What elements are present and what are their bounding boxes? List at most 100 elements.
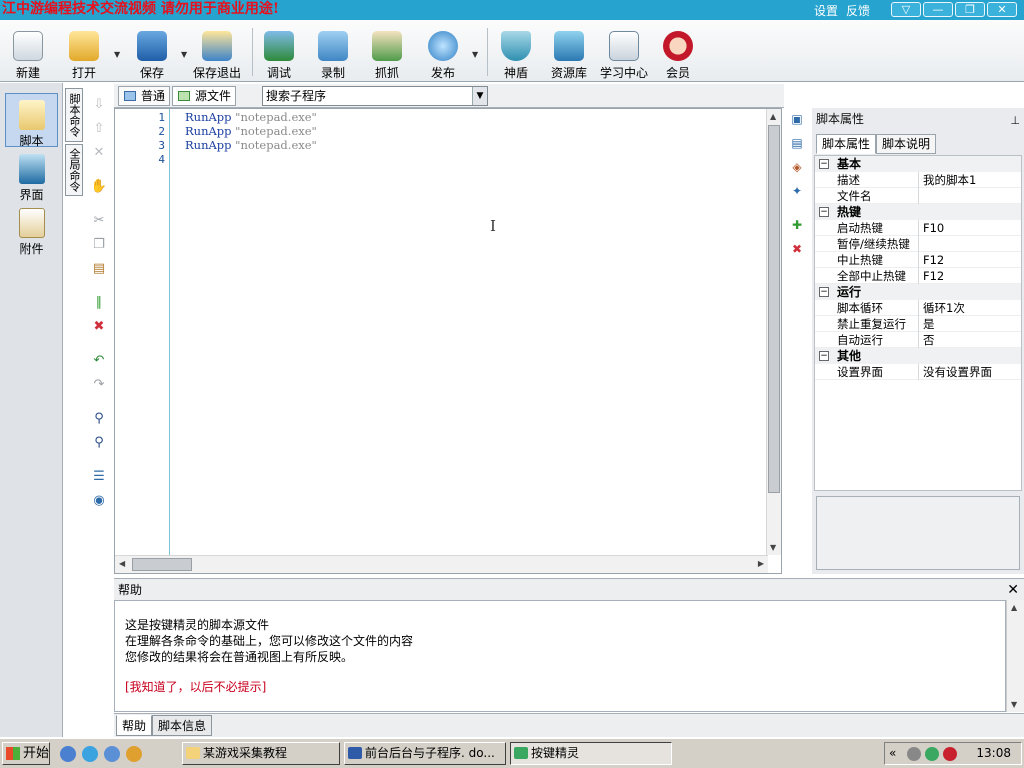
nav-interface[interactable]: 界面 [5, 147, 58, 202]
tab-normal[interactable]: 普通 [118, 86, 170, 106]
property-row[interactable]: 暂停/继续热键 [815, 236, 1021, 252]
comment-icon[interactable]: ∥ [90, 294, 108, 312]
open-button[interactable]: 打开 [58, 25, 110, 80]
property-row[interactable]: 文件名 [815, 188, 1021, 204]
remove-tool-icon[interactable]: ✖ [788, 242, 806, 260]
tab-script-description[interactable]: 脚本说明 [876, 134, 937, 154]
code-line[interactable]: RunApp "notepad.exe" [185, 138, 317, 152]
new-button[interactable]: 新建 [2, 25, 54, 80]
chevron-down-icon[interactable]: ▼ [472, 87, 487, 105]
task-word-document[interactable]: 前台后台与子程序. do... [344, 742, 506, 765]
editor-horizontal-scrollbar[interactable]: ◀ ▶ [115, 555, 768, 573]
member-button[interactable]: 会员 [652, 25, 704, 80]
collapse-icon[interactable]: − [819, 207, 829, 217]
property-row[interactable]: 启动热键 F10 [815, 220, 1021, 236]
editor-vertical-scrollbar[interactable]: ▲ ▼ [766, 109, 781, 555]
property-group[interactable]: − 运行 [815, 284, 1021, 300]
close-icon[interactable]: ✕ [1007, 579, 1019, 601]
learning-center-button[interactable]: 学习中心 [598, 25, 650, 80]
save-dropdown-arrow[interactable]: ▼ [181, 50, 187, 59]
scroll-down-icon[interactable]: ▼ [770, 543, 776, 552]
scroll-thumb[interactable] [768, 125, 780, 493]
property-row[interactable]: 设置界面 没有设置界面 [815, 364, 1021, 380]
scroll-left-icon[interactable]: ◀ [119, 559, 125, 568]
messenger-icon[interactable] [126, 746, 142, 762]
plugin-icon[interactable]: ◈ [788, 160, 806, 178]
code-editor[interactable]: 1 2 3 4 RunApp "notepad.exe" RunApp "not… [114, 108, 782, 574]
close-button[interactable]: ✕ [987, 2, 1017, 17]
resource-library-button[interactable]: 资源库 [543, 25, 595, 80]
scroll-thumb[interactable] [132, 558, 192, 571]
subroutine-search-select[interactable]: 搜索子程序 ▼ [262, 86, 488, 106]
scroll-down-icon[interactable]: ▼ [1011, 700, 1017, 709]
property-group[interactable]: − 其他 [815, 348, 1021, 364]
property-row[interactable]: 自动运行否 [815, 332, 1021, 348]
view-icon[interactable]: ◉ [90, 492, 108, 510]
tray-chevron-icon[interactable]: « [889, 746, 896, 760]
tab-help[interactable]: 帮助 [116, 715, 153, 736]
book-icon[interactable]: ▣ [788, 112, 806, 130]
tab-source-file[interactable]: 源文件 [172, 86, 236, 106]
desktop-icon[interactable] [60, 746, 76, 762]
scroll-up-icon[interactable]: ▲ [770, 112, 776, 121]
redo-icon[interactable]: ↷ [90, 376, 108, 394]
property-row[interactable]: 全部中止热键 F12 [815, 268, 1021, 284]
doc-icon[interactable]: ▤ [788, 136, 806, 154]
menu-dropdown-button[interactable]: ▽ [891, 2, 921, 17]
tab-script-properties[interactable]: 脚本属性 [816, 134, 877, 154]
tab-script-info[interactable]: 脚本信息 [152, 715, 213, 736]
property-row[interactable]: 禁止重复运行是 [815, 316, 1021, 332]
tray-icon[interactable] [907, 747, 921, 761]
record-button[interactable]: 录制 [307, 25, 359, 80]
start-button[interactable]: 开始 [2, 742, 50, 765]
property-row[interactable]: 脚本循环 循环1次 [815, 300, 1021, 316]
delete-icon[interactable]: ✕ [90, 144, 108, 162]
copy-icon[interactable]: ❐ [90, 236, 108, 254]
tray-icon[interactable] [943, 747, 957, 761]
minimize-button[interactable]: — [923, 2, 953, 17]
add-tool-icon[interactable]: ✚ [788, 218, 806, 236]
save-exit-button[interactable]: 保存退出 [191, 25, 243, 80]
move-up-icon[interactable]: ⇧ [90, 120, 108, 138]
code-line[interactable]: RunApp "notepad.exe" [185, 124, 317, 138]
collapse-icon[interactable]: − [819, 287, 829, 297]
tab-global-commands[interactable]: 全局命令 [65, 144, 83, 196]
code-line[interactable]: RunApp "notepad.exe" [185, 110, 317, 124]
gear-icon[interactable]: ✦ [788, 184, 806, 202]
quicklaunch-icon[interactable] [104, 746, 120, 762]
collapse-icon[interactable]: − [819, 159, 829, 169]
move-down-icon[interactable]: ⇩ [90, 96, 108, 114]
list-icon[interactable]: ☰ [90, 468, 108, 486]
nav-script[interactable]: 脚本 [5, 93, 58, 148]
restore-button[interactable]: ❐ [955, 2, 985, 17]
scroll-up-icon[interactable]: ▲ [1011, 603, 1017, 612]
debug-button[interactable]: 调试 [253, 25, 305, 80]
ie-icon[interactable] [82, 746, 98, 762]
save-button[interactable]: 保存 [126, 25, 178, 80]
grab-button[interactable]: 抓抓 [361, 25, 413, 80]
task-app[interactable]: 按键精灵 [510, 742, 672, 765]
dismiss-help-link[interactable]: [我知道了，以后不必提示] [125, 679, 995, 695]
help-scrollbar[interactable]: ▲ ▼ [1006, 600, 1024, 712]
hand-icon[interactable]: ✋ [90, 178, 108, 196]
shield-button[interactable]: 神盾 [490, 25, 542, 80]
open-dropdown-arrow[interactable]: ▼ [114, 50, 120, 59]
collapse-icon[interactable]: − [819, 351, 829, 361]
scroll-right-icon[interactable]: ▶ [758, 559, 764, 568]
paste-icon[interactable]: ▤ [90, 260, 108, 278]
pin-icon[interactable]: ⊥ [1010, 110, 1020, 132]
property-row[interactable]: 描述 我的脚本1 [815, 172, 1021, 188]
property-group[interactable]: − 基本 [815, 156, 1021, 172]
property-row[interactable]: 中止热键 F12 [815, 252, 1021, 268]
tab-script-commands[interactable]: 脚本命令 [65, 88, 83, 142]
tray-icon[interactable] [925, 747, 939, 761]
task-folder[interactable]: 某游戏采集教程 [182, 742, 340, 765]
uncomment-icon[interactable]: ✖ [90, 318, 108, 336]
publish-button[interactable]: 发布 [417, 25, 469, 80]
feedback-link[interactable]: 反馈 [846, 2, 870, 19]
publish-dropdown-arrow[interactable]: ▼ [472, 50, 478, 59]
settings-link[interactable]: 设置 [814, 2, 838, 19]
replace-icon[interactable]: ⚲ [90, 434, 108, 452]
undo-icon[interactable]: ↶ [90, 352, 108, 370]
property-group[interactable]: − 热键 [815, 204, 1021, 220]
